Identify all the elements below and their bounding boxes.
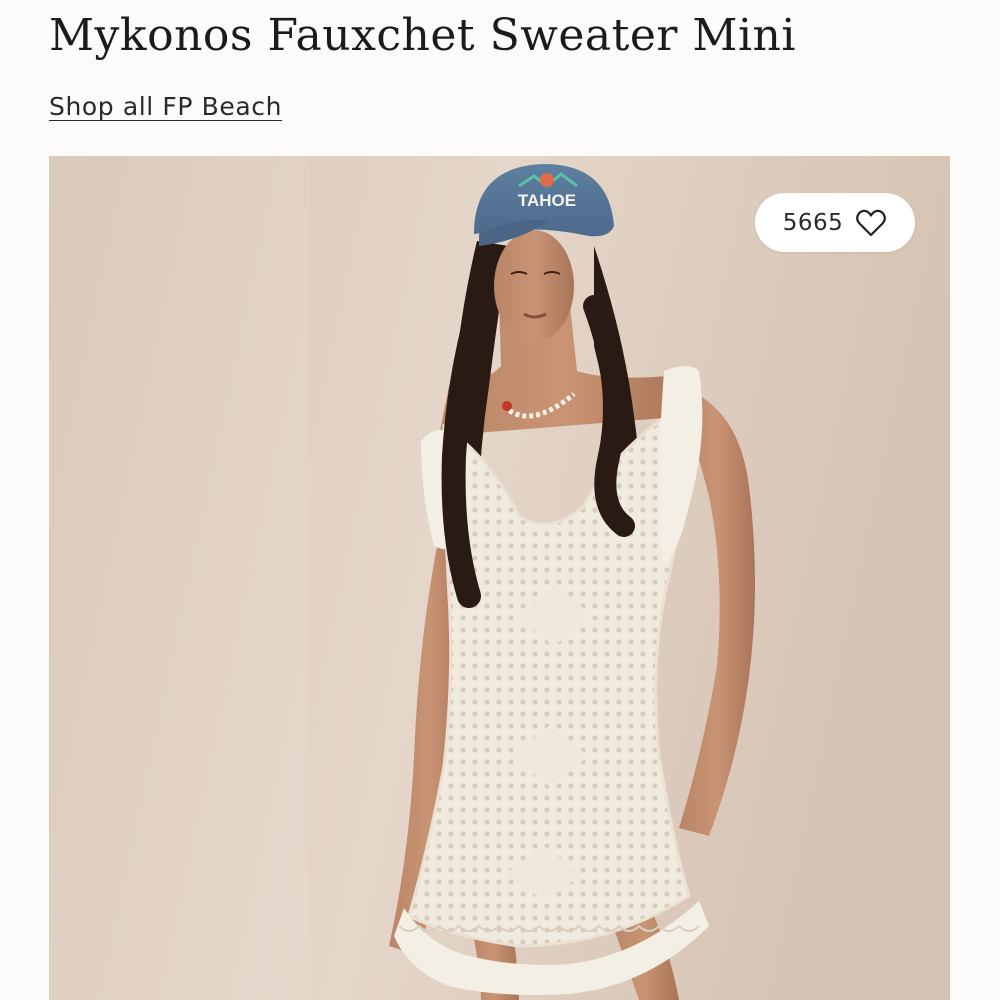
shop-all-link[interactable]: Shop all FP Beach <box>49 92 282 121</box>
favorite-count: 5665 <box>782 209 844 236</box>
cap-text: TAHOE <box>518 191 576 210</box>
product-image-gallery[interactable]: TAHOE 5665 <box>49 156 950 1000</box>
favorite-button[interactable]: 5665 <box>755 193 915 252</box>
product-title: Mykonos Fauxchet Sweater Mini <box>49 10 796 61</box>
product-photo: TAHOE <box>49 156 950 1000</box>
product-page: Mykonos Fauxchet Sweater Mini Shop all F… <box>0 0 1000 1000</box>
heart-outline-icon <box>856 209 887 236</box>
